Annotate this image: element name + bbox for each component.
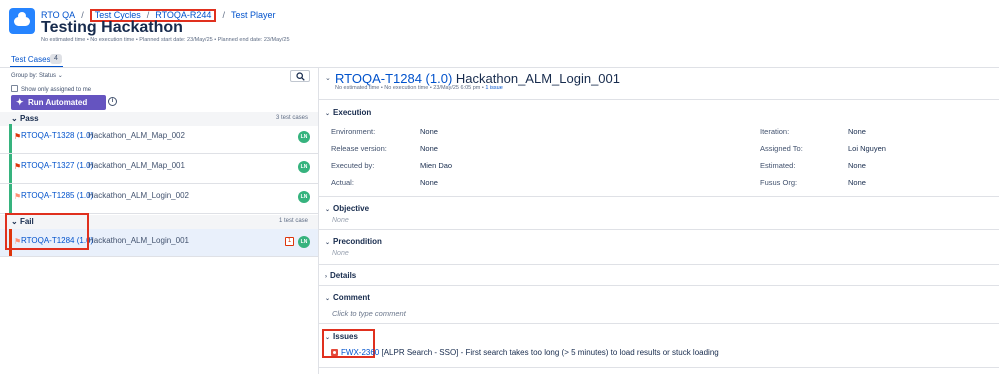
group-name: ⌄ Pass: [11, 114, 39, 123]
issue-count-badge[interactable]: 1: [285, 237, 294, 246]
avatar: LN: [298, 131, 310, 143]
field-label: Release version:: [331, 144, 387, 153]
field-value[interactable]: Loi Nguyen: [848, 144, 886, 153]
divider: [319, 367, 999, 368]
field-label: Iteration:: [760, 127, 790, 136]
field-label: Fusus Org:: [760, 178, 798, 187]
precondition-value[interactable]: None: [332, 250, 349, 257]
tab-count-badge: 4: [50, 54, 62, 64]
comment-input[interactable]: Click to type comment: [332, 309, 406, 318]
test-case-heading: ⌄ RTOQA-T1284 (1.0) Hackathon_ALM_Login_…: [325, 71, 620, 86]
test-case-row[interactable]: ⚑ RTOQA-T1328 (1.0) Hackathon_ALM_Map_00…: [0, 124, 318, 154]
status-bar: [9, 124, 12, 153]
meta-text: No estimated time • No execution time • …: [335, 85, 486, 91]
field-label: Executed by:: [331, 161, 375, 170]
test-case-title: Hackathon_ALM_Map_001: [88, 161, 185, 170]
section-label: Objective: [333, 204, 370, 213]
divider: [319, 99, 999, 100]
group-count: 3 test cases: [275, 115, 308, 121]
cloud-icon[interactable]: [9, 8, 35, 34]
section-label: Details: [330, 271, 357, 280]
highlight-box: [5, 213, 89, 250]
show-only-label: Show only assigned to me: [21, 87, 92, 93]
test-case-list-pane: Group by: Status ⌄ Show only assigned to…: [0, 68, 318, 374]
group-label: Pass: [19, 114, 39, 123]
field-label: Estimated:: [760, 161, 796, 170]
linked-issue: FWX-2360 [ALPR Search - SSO] - First sea…: [331, 348, 719, 357]
run-automated-tests-button[interactable]: ✦Run Automated Tests: [11, 95, 106, 122]
issue-summary: [ALPR Search - SSO] - First search takes…: [381, 348, 719, 357]
test-case-title: Hackathon_ALM_Login_002: [88, 191, 189, 200]
chevron-down-icon: ⌄: [325, 207, 331, 213]
info-icon[interactable]: i: [108, 97, 117, 106]
chevron-down-icon: ⌄: [325, 111, 331, 117]
page-title: Testing Hackathon: [41, 19, 183, 36]
section-label: Comment: [333, 293, 370, 302]
objective-value[interactable]: None: [332, 217, 349, 224]
test-case-detail-pane: ⌄ RTOQA-T1284 (1.0) Hackathon_ALM_Login_…: [319, 68, 999, 374]
section-objective[interactable]: ⌄ Objective: [325, 204, 369, 213]
avatar: LN: [298, 161, 310, 173]
field-label: Actual:: [331, 178, 354, 187]
section-execution[interactable]: ⌄ Execution: [325, 108, 371, 117]
divider: [319, 323, 999, 324]
divider: [319, 264, 999, 265]
show-only-checkbox[interactable]: [11, 85, 18, 92]
divider: [319, 229, 999, 230]
field-value[interactable]: None: [420, 127, 438, 136]
field-value[interactable]: None: [848, 178, 866, 187]
field-value[interactable]: None: [420, 144, 438, 153]
avatar: LN: [298, 236, 310, 248]
divider: [319, 196, 999, 197]
show-only-assigned-option[interactable]: Show only assigned to me: [11, 85, 91, 93]
section-details[interactable]: › Details: [325, 271, 356, 280]
divider: [319, 285, 999, 286]
tab-test-cases[interactable]: Test Cases: [11, 55, 51, 64]
test-case-key[interactable]: RTOQA-T1328 (1.0): [21, 131, 93, 140]
avatar: LN: [298, 191, 310, 203]
field-value[interactable]: Mien Dao: [420, 161, 452, 170]
breadcrumb-test-player[interactable]: Test Player: [231, 10, 276, 20]
issue-key-link[interactable]: FWX-2360: [341, 348, 379, 357]
status-bar: [9, 154, 12, 183]
test-case-row[interactable]: ⚑ RTOQA-T1285 (1.0) Hackathon_ALM_Login_…: [0, 184, 318, 214]
chevron-down-icon: ⌄: [11, 114, 18, 123]
cycle-meta: No estimated time • No execution time • …: [41, 37, 290, 43]
sparkle-icon: ✦: [16, 97, 24, 107]
field-value[interactable]: None: [848, 127, 866, 136]
issue-count-link[interactable]: 1 issue: [485, 85, 502, 91]
section-comment[interactable]: ⌄ Comment: [325, 293, 370, 302]
section-label: Execution: [333, 108, 372, 117]
group-count: 1 test case: [278, 218, 308, 224]
test-case-row[interactable]: ⚑ RTOQA-T1327 (1.0) Hackathon_ALM_Map_00…: [0, 154, 318, 184]
search-button[interactable]: [290, 70, 310, 82]
chevron-down-icon: ⌄: [57, 73, 63, 79]
search-icon: [296, 72, 305, 81]
chevron-down-icon[interactable]: ⌄: [325, 74, 331, 82]
group-by-select[interactable]: Group by: Status ⌄: [11, 72, 63, 79]
field-label: Assigned To:: [760, 144, 803, 153]
bug-icon: [331, 349, 338, 356]
test-case-meta: No estimated time • No execution time • …: [335, 85, 503, 91]
test-case-key[interactable]: RTOQA-T1327 (1.0): [21, 161, 93, 170]
field-value[interactable]: None: [848, 161, 866, 170]
chevron-down-icon: ⌄: [325, 240, 331, 246]
section-label: Precondition: [333, 237, 382, 246]
test-case-heading-name: Hackathon_ALM_Login_001: [455, 71, 620, 86]
test-case-title: Hackathon_ALM_Map_002: [88, 131, 185, 140]
test-case-heading-key[interactable]: RTOQA-T1284 (1.0): [335, 71, 452, 86]
chevron-right-icon: ›: [325, 274, 327, 280]
chevron-down-icon: ⌄: [325, 296, 331, 302]
group-by-label: Group by: Status: [11, 73, 57, 79]
page-header: RTO QA / Test Cycles / RTOQA-R244/Test Playe…: [0, 0, 999, 48]
section-precondition[interactable]: ⌄ Precondition: [325, 237, 382, 246]
status-bar: [9, 184, 12, 213]
field-value[interactable]: None: [420, 178, 438, 187]
test-case-key[interactable]: RTOQA-T1285 (1.0): [21, 191, 93, 200]
field-label: Environment:: [331, 127, 376, 136]
test-case-title: Hackathon_ALM_Login_001: [88, 236, 189, 245]
